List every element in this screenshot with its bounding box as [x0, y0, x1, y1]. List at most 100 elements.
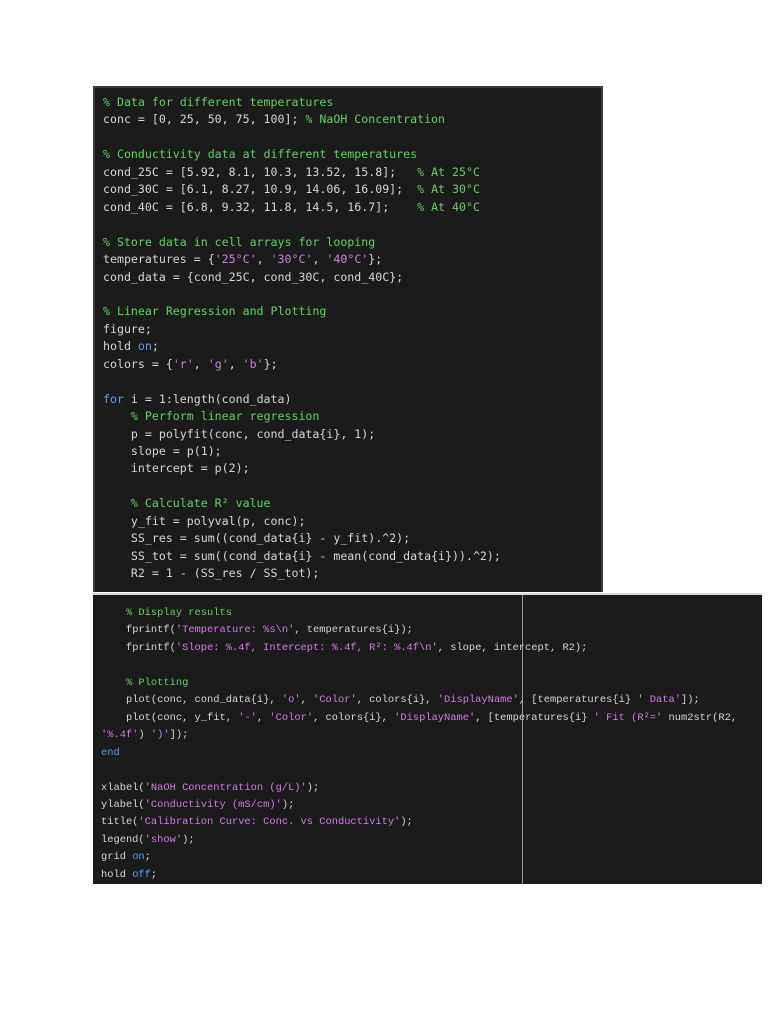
code-string: 'Conductivity (mS/cm)'	[144, 798, 282, 811]
code-text: intercept = p(2);	[103, 461, 250, 476]
code-line: fprintf('Temperature: %s\n', temperature…	[101, 622, 758, 639]
code-text: plot(conc, y_fit,	[101, 711, 239, 724]
code-line: intercept = p(2);	[103, 460, 601, 477]
code-text: fprintf(	[101, 624, 176, 637]
code-string: '40°C'	[326, 252, 369, 267]
code-line: % Display results	[101, 605, 758, 622]
code-line: % Store data in cell arrays for looping	[103, 234, 601, 251]
code-line: % Data for different temperatures	[103, 94, 601, 111]
code-text: ,	[228, 356, 243, 371]
code-text: p = polyfit(conc, cond_data{i}, 1);	[103, 426, 376, 441]
code-line: hold on;	[103, 338, 601, 355]
code-string: 'r'	[172, 356, 194, 371]
code-keyword: on	[132, 851, 145, 864]
code-line: % Calculate R² value	[103, 495, 601, 512]
code-line: % Linear Regression and Plotting	[103, 303, 601, 320]
code-string: 'NaOH Concentration (g/L)'	[144, 781, 307, 794]
code-line: conc = [0, 25, 50, 75, 100]; % NaOH Conc…	[103, 111, 601, 128]
code-text: temperatures = {	[103, 252, 215, 267]
code-comment: % Conductivity data at different tempera…	[103, 147, 418, 162]
code-line: plot(conc, cond_data{i}, 'o', 'Color', c…	[101, 692, 758, 709]
code-line: cond_25C = [5.92, 8.1, 10.3, 13.52, 15.8…	[103, 164, 601, 181]
code-string: '30°C'	[270, 252, 313, 267]
code-string: 'show'	[144, 833, 183, 846]
code-string: 'Color'	[269, 711, 314, 724]
code-text: SS_res = sum((cond_data{i} - y_fit).^2);	[103, 531, 411, 546]
code-comment: % At 40°C	[417, 199, 480, 214]
code-string: 'g'	[207, 356, 229, 371]
code-text: , temperatures{i});	[294, 624, 413, 637]
code-text: );	[306, 781, 320, 794]
code-comment: % Calculate R² value	[130, 496, 271, 511]
code-line: R2 = 1 - (SS_res / SS_tot);	[103, 565, 601, 582]
code-string: '25°C'	[214, 252, 257, 267]
code-screenshot-1: % Data for different temperatures conc = …	[93, 86, 603, 592]
code-text: , slope, intercept, R2);	[437, 641, 588, 654]
code-comment: % At 30°C	[417, 182, 480, 197]
code-line: % Perform linear regression	[103, 408, 601, 425]
code-line: slope = p(1);	[103, 443, 601, 460]
code-comment: % Linear Regression and Plotting	[103, 304, 327, 319]
code-line: y_fit = polyval(p, conc);	[103, 513, 601, 530]
code-line: title('Calibration Curve: Conc. vs Condu…	[101, 814, 758, 831]
code-text: plot(conc, cond_data{i},	[101, 694, 282, 707]
code-string: 'DisplayName'	[394, 711, 476, 724]
code-text: slope = p(1);	[103, 444, 222, 458]
code-text: ,	[312, 252, 327, 267]
code-line: cond_30C = [6.1, 8.27, 10.9, 14.06, 16.0…	[103, 181, 601, 198]
code-line: grid on;	[101, 849, 758, 866]
code-string: 'b'	[242, 356, 264, 371]
code-string: 'DisplayName'	[437, 694, 519, 707]
code-comment: % Display results	[125, 607, 232, 619]
code-text: ,	[256, 252, 271, 267]
code-text: ylabel(	[101, 798, 145, 811]
code-line: plot(conc, y_fit, '-', 'Color', colors{i…	[101, 710, 758, 745]
code-line: temperatures = {'25°C', '30°C', '40°C'};	[103, 251, 601, 268]
code-line: SS_tot = sum((cond_data{i} - mean(cond_d…	[103, 548, 601, 565]
code-line: % Plotting	[101, 675, 758, 692]
code-text: , colors{i},	[356, 694, 438, 707]
code-text: conc = [0, 25, 50, 75, 100];	[103, 112, 306, 127]
code-text: title(	[101, 816, 139, 829]
editor-ruler-line	[522, 595, 523, 885]
code-text: , colors{i},	[313, 711, 395, 724]
code-line: legend('show');	[101, 832, 758, 849]
code-text: cond_30C = [6.1, 8.27, 10.9, 14.06, 16.0…	[103, 182, 418, 197]
code-text: ,	[193, 356, 208, 371]
code-text: ;	[151, 339, 159, 354]
code-line: end	[101, 745, 758, 762]
code-text: fprintf(	[101, 641, 176, 654]
code-text: ]);	[680, 694, 700, 707]
code-text: hold	[103, 339, 138, 354]
code-text: num2str(R2,	[662, 711, 744, 724]
code-comment: % Perform linear regression	[130, 409, 320, 424]
code-text: ;	[150, 868, 158, 881]
code-text: y_fit = polyval(p, conc);	[103, 513, 306, 528]
code-line: ylabel('Conductivity (mS/cm)');	[101, 797, 758, 814]
code-text: cond_40C = [6.8, 9.32, 11.8, 14.5, 16.7]…	[103, 199, 418, 214]
code-line: p = polyfit(conc, cond_data{i}, 1);	[103, 426, 601, 443]
code-text: cond_25C = [5.92, 8.1, 10.3, 13.52, 15.8…	[103, 164, 418, 179]
code-string: ' Fit (R²='	[593, 711, 663, 724]
code-string: 'Calibration Curve: Conc. vs Conductivit…	[138, 816, 401, 829]
code-comment: % Plotting	[125, 676, 189, 689]
code-text: i = 1:length(cond_data)	[123, 391, 292, 406]
code-string: '%.4f'	[101, 729, 139, 742]
code-text: SS_tot = sum((cond_data{i} - mean(cond_d…	[103, 548, 501, 563]
code-line: cond_40C = [6.8, 9.32, 11.8, 14.5, 16.7]…	[103, 199, 601, 216]
code-text: };	[263, 356, 278, 371]
code-comment: % At 25°C	[417, 164, 480, 179]
code-text: , [temperatures{i}	[475, 711, 594, 724]
code-text: };	[368, 252, 383, 267]
code-comment: % Data for different temperatures	[103, 95, 334, 109]
code-text: ,	[300, 694, 314, 707]
code-line: for i = 1:length(cond_data)	[103, 391, 601, 408]
code-line: SS_res = sum((cond_data{i} - y_fit).^2);	[103, 530, 601, 547]
